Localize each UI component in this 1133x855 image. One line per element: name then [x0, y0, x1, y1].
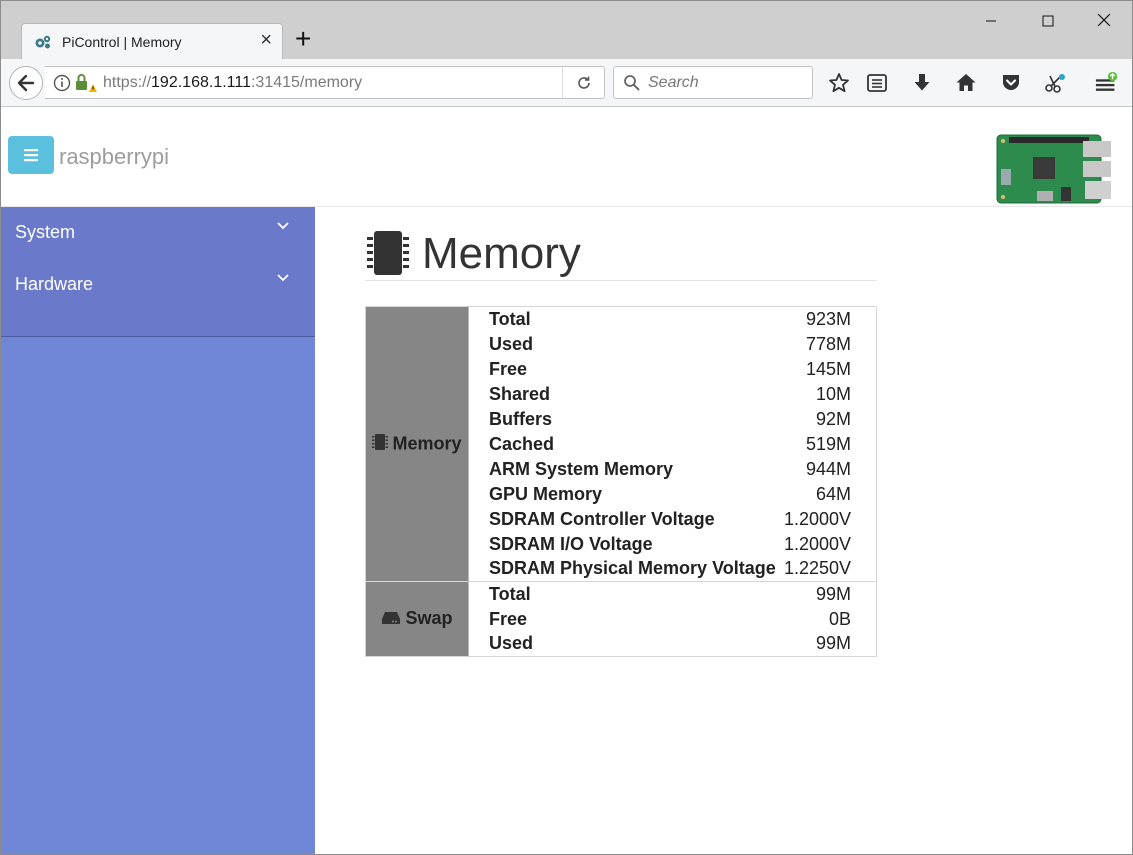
search-bar[interactable]: Search [613, 66, 813, 99]
sidebar-item-label: Hardware [15, 274, 94, 294]
sidebar-toggle-button[interactable] [8, 136, 54, 174]
minimize-icon [986, 20, 996, 22]
row-value: 1.2250V [783, 558, 851, 579]
nav-toolbar: https://192.168.1.111:31415/memory Searc… [1, 59, 1132, 107]
bookmark-star-button[interactable] [827, 71, 851, 95]
row-label: Used [489, 333, 534, 354]
hamburger-menu-icon [1095, 71, 1118, 91]
row-value: 92M [815, 408, 851, 429]
star-icon [829, 73, 849, 93]
table-row: Memory Total 923M [365, 306, 877, 582]
chevron-down-icon [277, 274, 289, 282]
row-label: Buffers [489, 408, 553, 429]
extension-scissors-icon [1045, 74, 1065, 93]
sidebar: System Hardware [1, 207, 315, 854]
row-label: Shared [489, 383, 551, 404]
sidebar-item-system[interactable]: System [1, 207, 315, 259]
menu-button[interactable] [1095, 71, 1119, 95]
chevron-down-icon [277, 222, 289, 230]
row-value: 99M [782, 581, 877, 607]
home-icon [956, 74, 976, 91]
memory-group-cell: Memory [365, 306, 469, 582]
page-title-text: Memory [422, 229, 581, 278]
maximize-icon [1042, 15, 1054, 27]
row-value: 1.2000V [783, 508, 851, 529]
reload-icon [577, 76, 590, 89]
group-label: Memory [392, 432, 462, 453]
row-label: SDRAM I/O Voltage [489, 533, 653, 554]
bars-icon [24, 149, 38, 162]
row-label: Free [489, 608, 528, 629]
memory-chip-icon [372, 433, 389, 456]
download-arrow-icon [914, 74, 930, 91]
row-label: ARM System Memory [489, 458, 674, 479]
hard-drive-icon [381, 609, 401, 630]
row-value: 519M [805, 433, 851, 454]
back-button[interactable] [9, 66, 43, 100]
row-label: SDRAM Physical Memory Voltage [489, 558, 776, 579]
arrow-left-icon [17, 74, 35, 92]
browser-tab[interactable]: PiControl | Memory × [21, 23, 283, 59]
row-value: 778M [805, 333, 851, 354]
browser-window: PiControl | Memory × + https://192.168.1… [0, 0, 1133, 855]
row-value: 0B [828, 608, 851, 629]
raspberry-pi-board-image [996, 134, 1111, 204]
row-label: Used [489, 633, 534, 654]
url-text[interactable]: https://192.168.1.111:31415/memory [103, 74, 362, 92]
row-label: GPU Memory [489, 483, 603, 504]
tab-strip: PiControl | Memory × + [1, 1, 1132, 59]
reader-list-button[interactable] [865, 71, 889, 95]
reading-list-icon [867, 74, 887, 92]
new-tab-button[interactable]: + [295, 25, 311, 53]
brand-name[interactable]: raspberrypi [59, 144, 169, 170]
row-label: Cached [489, 433, 555, 454]
row-value: 99M [815, 633, 851, 654]
page-title: Memory [365, 217, 877, 281]
row-label: Free [489, 358, 528, 379]
sidebar-item-hardware[interactable]: Hardware [1, 259, 315, 311]
sidebar-item-label: System [15, 222, 76, 242]
url-path: :31415/memory [250, 74, 363, 91]
close-window-button[interactable] [1082, 7, 1126, 35]
info-icon[interactable] [53, 74, 71, 92]
sidebar-divider [1, 311, 315, 337]
address-bar[interactable]: https://192.168.1.111:31415/memory [45, 66, 605, 99]
row-value: 944M [805, 458, 851, 479]
pocket-icon [1003, 75, 1019, 90]
insecure-lock-icon[interactable] [75, 73, 97, 93]
row-label: SDRAM Controller Voltage [489, 508, 715, 529]
row-value: 10M [815, 383, 851, 404]
url-scheme: https:// [103, 74, 152, 91]
row-value: 64M [815, 483, 851, 504]
group-label: Swap [405, 608, 453, 629]
reload-button[interactable] [562, 67, 604, 98]
site-header: raspberrypi [1, 107, 1132, 207]
gears-icon [35, 35, 51, 49]
close-icon [1097, 13, 1111, 27]
row-value: 145M [805, 358, 851, 379]
memory-table: Memory Total 923M Used 778M Free 145M Shared 10M… [365, 306, 877, 657]
maximize-button[interactable] [1026, 7, 1070, 35]
tab-close-icon[interactable]: × [260, 30, 272, 50]
row-label: Total [489, 308, 531, 329]
extension-button[interactable] [1043, 71, 1067, 95]
swap-group-cell: Swap [365, 581, 469, 657]
row-label: Total [468, 581, 783, 607]
row-value: 1.2000V [783, 533, 851, 554]
minimize-button[interactable] [969, 7, 1013, 35]
web-page: raspberrypi System Hardware Memory Memor… [1, 107, 1132, 854]
tab-title: PiControl | Memory [62, 34, 182, 50]
downloads-button[interactable] [910, 71, 934, 95]
search-placeholder: Search [648, 74, 699, 91]
url-host: 192.168.1.111 [151, 74, 251, 91]
row-value: 923M [805, 308, 851, 329]
table-row: Swap Total 99M [365, 581, 877, 657]
pocket-button[interactable] [999, 71, 1023, 95]
memory-chip-icon [367, 231, 409, 275]
home-button[interactable] [954, 71, 978, 95]
search-icon [624, 75, 640, 91]
